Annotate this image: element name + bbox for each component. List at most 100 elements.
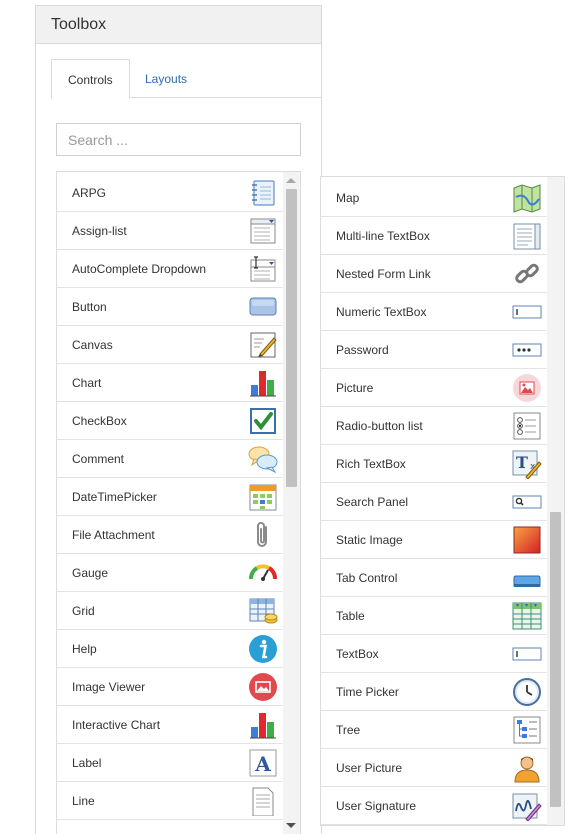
autocomplete-dropdown-icon bbox=[248, 254, 278, 284]
list-item-label: Image Viewer bbox=[72, 680, 146, 694]
list-item-label: Nested Form Link bbox=[336, 267, 431, 281]
list-item-search-panel[interactable]: Search Panel bbox=[321, 483, 547, 521]
list-item-numeric-textbox[interactable]: Numeric TextBox bbox=[321, 293, 547, 331]
list-item-label: Grid bbox=[72, 604, 95, 618]
list-item-radio-button-list[interactable]: Radio-button list bbox=[321, 407, 547, 445]
list-item-label: Numeric TextBox bbox=[336, 305, 427, 319]
canvas-pen-icon bbox=[248, 330, 278, 360]
list-rows: Map Multi-line TextBox Nested Form Link Num… bbox=[321, 179, 547, 825]
table-icon bbox=[512, 601, 542, 631]
list-item-password[interactable]: Password bbox=[321, 331, 547, 369]
notebook-icon bbox=[248, 178, 278, 208]
list-item-assign-list[interactable]: Assign-list bbox=[57, 212, 283, 250]
bar-chart-icon bbox=[248, 368, 278, 398]
tab-bar: Controls Layouts bbox=[51, 59, 322, 99]
list-item-tab-control[interactable]: Tab Control bbox=[321, 559, 547, 597]
scroll-down-arrow[interactable] bbox=[286, 823, 296, 828]
list-item-label[interactable]: Label A bbox=[57, 744, 283, 782]
list-item-button[interactable]: Button bbox=[57, 288, 283, 326]
list-item-nested-form-link[interactable]: Nested Form Link bbox=[321, 255, 547, 293]
list-item-user-signature[interactable]: User Signature bbox=[321, 787, 547, 825]
scroll-up-arrow[interactable] bbox=[286, 178, 296, 183]
list-item-label: ARPG bbox=[72, 186, 107, 200]
list-item-multi-line-textbox[interactable]: Multi-line TextBox bbox=[321, 217, 547, 255]
list-item-grid[interactable]: Grid bbox=[57, 592, 283, 630]
line-document-icon bbox=[248, 786, 278, 816]
scrollbar[interactable] bbox=[547, 177, 564, 825]
list-item-label: Picture bbox=[336, 381, 374, 395]
list-item-autocomplete-dropdown[interactable]: AutoComplete Dropdown bbox=[57, 250, 283, 288]
list-item-user-picture[interactable]: User Picture bbox=[321, 749, 547, 787]
radio-list-icon bbox=[512, 411, 542, 441]
picture-icon bbox=[512, 373, 542, 403]
scroll-thumb[interactable] bbox=[286, 189, 297, 487]
list-item-canvas[interactable]: Canvas bbox=[57, 326, 283, 364]
list-item-tree[interactable]: Tree bbox=[321, 711, 547, 749]
clock-icon bbox=[512, 677, 542, 707]
list-item-label: Label bbox=[72, 756, 102, 770]
tab-layouts[interactable]: Layouts bbox=[129, 59, 203, 99]
list-item-label: Button bbox=[72, 300, 107, 314]
map-icon bbox=[512, 183, 542, 213]
comment-bubbles-icon bbox=[248, 444, 278, 474]
signature-icon bbox=[512, 791, 542, 821]
password-icon bbox=[512, 335, 542, 365]
tree-icon bbox=[512, 715, 542, 745]
list-item-label: DateTimePicker bbox=[72, 490, 157, 504]
list-item-label: Search Panel bbox=[336, 495, 409, 509]
list-item-label: AutoComplete Dropdown bbox=[72, 262, 207, 276]
chain-link-icon bbox=[512, 259, 542, 289]
calendar-icon bbox=[248, 482, 278, 512]
list-item-label: Tree bbox=[336, 723, 361, 737]
static-image-icon bbox=[512, 525, 542, 555]
list-item-comment[interactable]: Comment bbox=[57, 440, 283, 478]
list-item-file-attachment[interactable]: File Attachment bbox=[57, 516, 283, 554]
list-item-time-picker[interactable]: Time Picker bbox=[321, 673, 547, 711]
panel-title: Toolbox bbox=[36, 6, 321, 44]
textbox-icon bbox=[512, 639, 542, 669]
list-item-label: Multi-line TextBox bbox=[336, 229, 430, 243]
scrollbar[interactable] bbox=[283, 172, 300, 834]
list-item-label: Rich TextBox bbox=[336, 457, 406, 471]
tab-control-icon bbox=[512, 563, 542, 593]
list-item-table[interactable]: Table bbox=[321, 597, 547, 635]
tab-controls[interactable]: Controls bbox=[51, 59, 130, 99]
button-icon bbox=[248, 292, 278, 322]
list-item-label: Comment bbox=[72, 452, 125, 466]
list-item-label: TextBox bbox=[336, 647, 379, 661]
list-item-label: Static Image bbox=[336, 533, 403, 547]
controls-list-left: ARPG Assign-list AutoComplete Dropdown Butt… bbox=[56, 171, 301, 834]
multiline-textbox-icon bbox=[512, 221, 542, 251]
list-item-checkbox[interactable]: CheckBox bbox=[57, 402, 283, 440]
list-item-label: Interactive Chart bbox=[72, 718, 161, 732]
list-item-static-image[interactable]: Static Image bbox=[321, 521, 547, 559]
list-item-help[interactable]: Help bbox=[57, 630, 283, 668]
list-item-image-viewer[interactable]: Image Viewer bbox=[57, 668, 283, 706]
list-item-interactive-chart[interactable]: Interactive Chart bbox=[57, 706, 283, 744]
list-item-label: Map bbox=[336, 191, 360, 205]
checkbox-icon bbox=[248, 406, 278, 436]
grid-coins-icon bbox=[248, 596, 278, 626]
list-item-label: Time Picker bbox=[336, 685, 399, 699]
rich-textbox-icon: Tx bbox=[512, 449, 542, 479]
search-panel-icon bbox=[512, 487, 542, 517]
list-item-label: Canvas bbox=[72, 338, 113, 352]
list-item-label: Table bbox=[336, 609, 365, 623]
list-item-map[interactable]: Map bbox=[321, 179, 547, 217]
list-item-line[interactable]: Line bbox=[57, 782, 283, 820]
search-input[interactable] bbox=[56, 123, 301, 156]
list-item-arpg[interactable]: ARPG bbox=[57, 174, 283, 212]
list-item-chart[interactable]: Chart bbox=[57, 364, 283, 402]
scroll-thumb[interactable] bbox=[550, 512, 561, 807]
list-item-label: Tab Control bbox=[336, 571, 398, 585]
list-item-label: File Attachment bbox=[72, 528, 155, 542]
list-item-rich-textbox[interactable]: Rich TextBox Tx bbox=[321, 445, 547, 483]
info-icon bbox=[248, 634, 278, 664]
list-item-picture[interactable]: Picture bbox=[321, 369, 547, 407]
list-item-textbox[interactable]: TextBox bbox=[321, 635, 547, 673]
image-viewer-icon bbox=[248, 672, 278, 702]
list-item-label: Help bbox=[72, 642, 97, 656]
list-item-gauge[interactable]: Gauge bbox=[57, 554, 283, 592]
list-item-datetimepicker[interactable]: DateTimePicker bbox=[57, 478, 283, 516]
list-item-label: Assign-list bbox=[72, 224, 127, 238]
